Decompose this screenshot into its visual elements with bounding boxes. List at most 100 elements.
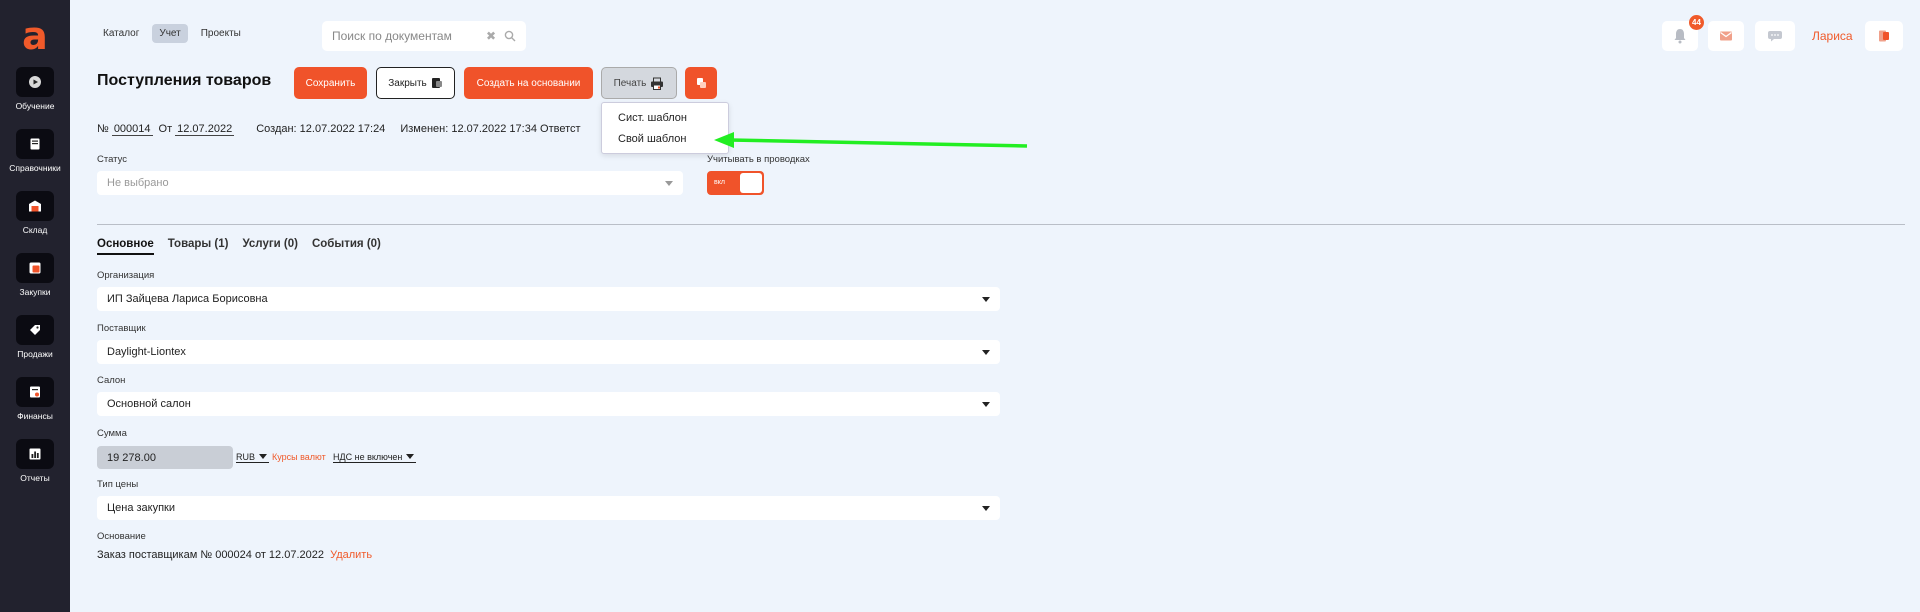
- organization-value: ИП Зайцева Лариса Борисовна: [107, 293, 268, 305]
- salon-value: Основной салон: [107, 398, 191, 410]
- stamp-icon: [697, 78, 706, 88]
- sidebar-item-label: Обучение: [15, 101, 55, 111]
- mail-icon: [1720, 31, 1732, 41]
- status-value: Не выбрано: [107, 177, 169, 189]
- toggle-text: вкл: [714, 179, 725, 186]
- divider: [97, 224, 1905, 225]
- purchases-icon: [16, 253, 54, 283]
- print-menu-own-template[interactable]: Свой шаблон: [602, 129, 728, 150]
- document-tabs: Основное Товары (1) Услуги (0) События (…: [97, 238, 381, 255]
- status-select[interactable]: Не выбрано: [97, 171, 683, 195]
- sum-input[interactable]: 19 278.00: [97, 446, 233, 469]
- sidebar-item-sales[interactable]: Продажи: [0, 315, 70, 359]
- save-button[interactable]: Сохранить: [294, 67, 367, 99]
- org-label: Организация: [97, 270, 155, 281]
- chat-icon: [1768, 31, 1782, 42]
- document-number-field[interactable]: 000014: [111, 123, 153, 136]
- organization-select[interactable]: ИП Зайцева Лариса Борисовна: [97, 287, 1000, 311]
- delete-basis-link[interactable]: Удалить: [330, 549, 372, 561]
- search-placeholder: Поиск по документам: [332, 29, 452, 43]
- sidebar-item-label: Закупки: [19, 287, 51, 297]
- sidebar-item-label: Склад: [22, 225, 48, 235]
- number-label: №: [97, 123, 109, 135]
- currency-select[interactable]: RUB: [236, 452, 270, 463]
- created-info: Создан: 12.07.2022 17:24: [256, 123, 386, 135]
- price-type-value: Цена закупки: [107, 502, 176, 514]
- supplier-select[interactable]: Daylight-Liontex: [97, 340, 1000, 364]
- user-name[interactable]: Лариса: [1812, 29, 1853, 43]
- vat-select[interactable]: НДС не включен: [333, 452, 417, 463]
- chat-button[interactable]: [1755, 21, 1795, 51]
- search-input[interactable]: Поиск по документам ✖: [322, 21, 526, 51]
- bell-icon: [1674, 29, 1686, 44]
- sidebar-item-label: Продажи: [17, 349, 53, 359]
- supplier-value: Daylight-Liontex: [107, 346, 186, 358]
- warehouse-icon: [16, 191, 54, 221]
- sidebar-item-finance[interactable]: Финансы: [0, 377, 70, 421]
- status-label: Статус: [97, 154, 128, 165]
- close-doc-icon: [431, 78, 442, 88]
- tab-services[interactable]: Услуги (0): [242, 238, 297, 255]
- sidebar-item-label: Справочники: [9, 163, 61, 173]
- page-title: Поступления товаров: [97, 72, 272, 89]
- clear-icon[interactable]: ✖: [486, 29, 496, 43]
- salon-label: Салон: [97, 375, 126, 386]
- sidebar-item-purchases[interactable]: Закупки: [0, 253, 70, 297]
- logout-button[interactable]: [1865, 21, 1903, 51]
- top-nav: Каталог Учет Проекты: [96, 24, 248, 43]
- price-type-select[interactable]: Цена закупки: [97, 496, 1000, 520]
- tag-icon: [16, 315, 54, 345]
- date-label: От: [158, 123, 173, 135]
- sidebar: a Обучение Справочники Склад Закупки Про…: [0, 0, 70, 612]
- app-logo[interactable]: a: [0, 16, 70, 56]
- chevron-down-icon: [982, 297, 990, 302]
- chevron-down-icon: [982, 402, 990, 407]
- posting-toggle[interactable]: вкл: [707, 171, 764, 195]
- logout-icon: [1879, 30, 1889, 42]
- printer-icon: [651, 77, 664, 90]
- posting-label: Учитывать в проводках: [707, 154, 810, 165]
- print-label: Печать: [613, 77, 647, 89]
- toggle-knob: [740, 173, 762, 193]
- topnav-projects[interactable]: Проекты: [194, 24, 248, 43]
- chevron-down-icon: [665, 181, 673, 186]
- search-icon[interactable]: [504, 30, 516, 42]
- sidebar-item-references[interactable]: Справочники: [0, 129, 70, 173]
- chevron-down-icon: [982, 350, 990, 355]
- print-menu-system-template[interactable]: Сист. шаблон: [602, 108, 728, 129]
- notifications-badge: 44: [1689, 15, 1704, 30]
- close-button[interactable]: Закрыть: [376, 67, 455, 99]
- chart-icon: [16, 439, 54, 469]
- document-date-field[interactable]: 12.07.2022: [175, 123, 235, 136]
- topnav-accounting[interactable]: Учет: [152, 24, 188, 43]
- print-button[interactable]: Печать: [601, 67, 677, 99]
- salon-select[interactable]: Основной салон: [97, 392, 1000, 416]
- close-label: Закрыть: [388, 77, 427, 89]
- sidebar-item-warehouse[interactable]: Склад: [0, 191, 70, 235]
- finance-icon: [16, 377, 54, 407]
- price-type-label: Тип цены: [97, 479, 139, 490]
- basis-value: Заказ поставщикам № 000024 от 12.07.2022: [97, 549, 324, 561]
- sidebar-item-learning[interactable]: Обучение: [0, 67, 70, 111]
- topnav-catalog[interactable]: Каталог: [96, 24, 146, 43]
- sidebar-item-label: Отчеты: [20, 473, 50, 483]
- save-label: Сохранить: [305, 77, 356, 89]
- document-meta: № 000014 От 12.07.2022 Создан: 12.07.202…: [97, 123, 581, 136]
- sidebar-item-reports[interactable]: Отчеты: [0, 439, 70, 483]
- supplier-label: Поставщик: [97, 323, 146, 334]
- tab-main[interactable]: Основное: [97, 238, 154, 255]
- modified-info: Изменен: 12.07.2022 17:34 Ответст: [400, 123, 581, 135]
- tab-events[interactable]: События (0): [312, 238, 381, 255]
- play-icon: [16, 67, 54, 97]
- mail-button[interactable]: [1708, 21, 1744, 51]
- create-based-label: Создать на основании: [476, 77, 581, 89]
- currency-rates-link[interactable]: Курсы валют: [272, 452, 326, 462]
- sum-label: Сумма: [97, 428, 127, 439]
- action-button[interactable]: [685, 67, 717, 99]
- tab-goods[interactable]: Товары (1): [168, 238, 229, 255]
- create-based-button[interactable]: Создать на основании: [464, 67, 593, 99]
- basis-row: Заказ поставщикам № 000024 от 12.07.2022…: [97, 549, 372, 561]
- notifications-button[interactable]: 44: [1662, 15, 1704, 51]
- sidebar-item-label: Финансы: [17, 411, 53, 421]
- print-menu: Сист. шаблон Свой шаблон: [601, 102, 729, 154]
